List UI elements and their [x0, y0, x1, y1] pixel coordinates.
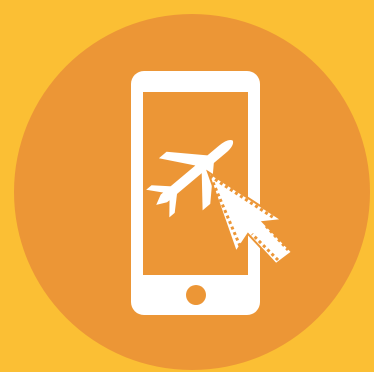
home-button-icon	[186, 285, 206, 305]
mobile-flight-booking-illustration	[0, 0, 374, 372]
illustration-svg	[14, 14, 370, 370]
